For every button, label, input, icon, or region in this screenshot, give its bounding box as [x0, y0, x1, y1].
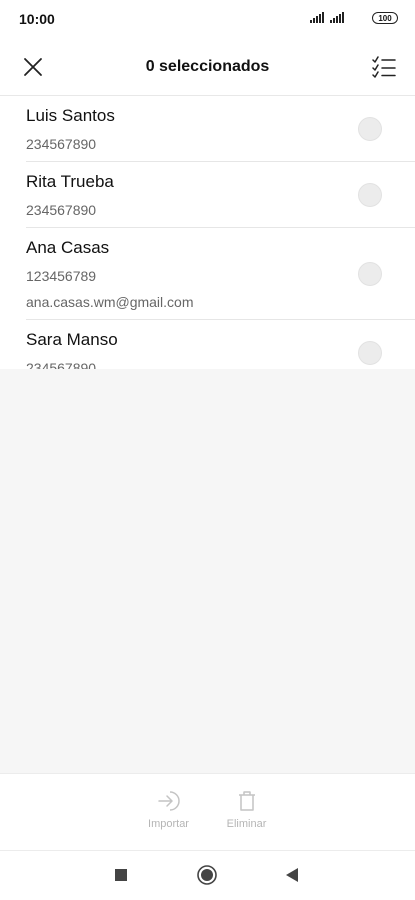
action-bar: Importar Eliminar [0, 773, 415, 851]
nav-bar [0, 851, 415, 900]
select-radio[interactable] [358, 116, 382, 141]
contact-name: Ana Casas [26, 238, 110, 257]
list-item[interactable]: Ana Casas 123456789 ana.casas.wm@gmail.c… [26, 228, 415, 320]
header: 0 seleccionados [0, 38, 415, 96]
signal-indicators [310, 12, 344, 23]
contact-phone: 234567890 [26, 202, 97, 218]
list-item[interactable]: Luis Santos 234567890 [26, 96, 415, 162]
import-button[interactable]: Importar [144, 774, 194, 850]
home-button[interactable] [195, 863, 219, 887]
contact-email: ana.casas.wm@gmail.com [26, 294, 194, 310]
back-icon [286, 868, 298, 882]
signal-icon [330, 12, 344, 23]
page-title: 0 seleccionados [145, 58, 270, 75]
contact-phone: 234567890 [26, 136, 97, 152]
status-time: 10:00 [19, 11, 55, 27]
contact-name: Sara Manso [26, 330, 118, 349]
select-radio[interactable] [358, 340, 382, 365]
trash-icon [238, 791, 255, 811]
recents-button[interactable] [109, 863, 133, 887]
list-item[interactable]: Rita Trueba 234567890 [26, 162, 415, 228]
recents-icon [115, 869, 127, 881]
delete-button[interactable]: Eliminar [222, 774, 272, 850]
select-radio[interactable] [358, 182, 382, 207]
select-all-icon [372, 56, 396, 78]
import-label: Importar [148, 818, 189, 830]
import-icon [157, 791, 180, 811]
contact-phone: 123456789 [26, 268, 97, 284]
select-radio[interactable] [358, 261, 382, 286]
select-all-button[interactable] [367, 50, 401, 84]
battery-icon: 100 [372, 12, 398, 24]
status-bar: 10:00 100 [0, 0, 415, 38]
signal-icon [310, 12, 324, 23]
delete-label: Eliminar [226, 818, 267, 830]
home-icon [197, 865, 217, 885]
battery-level: 100 [378, 13, 392, 23]
contact-list: Luis Santos 234567890 Rita Trueba 234567… [0, 96, 415, 386]
empty-area [0, 369, 415, 773]
contact-name: Luis Santos [26, 106, 115, 125]
back-button[interactable] [280, 863, 304, 887]
contact-name: Rita Trueba [26, 172, 114, 191]
